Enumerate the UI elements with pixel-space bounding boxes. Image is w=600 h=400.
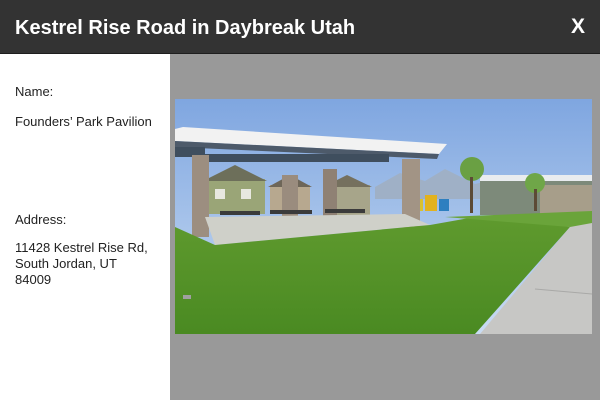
pavilion-photo bbox=[175, 99, 592, 334]
address-value: 11428 Kestrel Rise Rd, South Jordan, UT … bbox=[15, 240, 165, 288]
name-label: Name: bbox=[15, 84, 54, 99]
name-value: Founders’ Park Pavilion bbox=[15, 114, 152, 129]
photo-panel bbox=[170, 54, 600, 400]
address-label: Address: bbox=[15, 212, 67, 227]
address-line: South Jordan, UT bbox=[15, 256, 117, 271]
popup-title: Kestrel Rise Road in Daybreak Utah bbox=[15, 17, 356, 39]
address-line: 11428 Kestrel Rise Rd, bbox=[15, 240, 148, 255]
details-panel: Name: Founders’ Park Pavilion Address: 1… bbox=[0, 54, 170, 400]
title-bar: Kestrel Rise Road in Daybreak Utah X bbox=[0, 0, 600, 54]
close-button[interactable]: X bbox=[571, 14, 585, 40]
address-line: 84009 bbox=[15, 272, 52, 287]
